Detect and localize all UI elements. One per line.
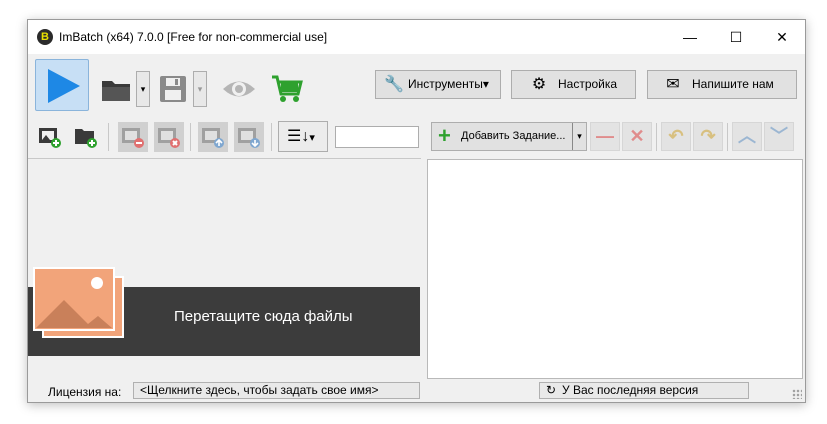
status-bar: Лицензия на: <Щелкните здесь, чтобы зада… (28, 379, 805, 402)
remove-image-icon (122, 128, 144, 148)
move-up-button[interactable] (198, 122, 228, 152)
gear-icon: ⚙ (531, 76, 547, 93)
run-button[interactable] (35, 59, 89, 111)
toolbar-separator (271, 123, 272, 151)
toolbar-separator (108, 123, 109, 151)
drop-files-text: Перетащите сюда файлы (174, 308, 353, 325)
file-list-panel[interactable]: Перетащите сюда файлы (28, 158, 421, 378)
sort-icon: ☰ (287, 128, 302, 145)
redo-icon: ↷ (700, 126, 716, 146)
image-up-icon (202, 128, 224, 148)
open-project-button[interactable]: ▾ (98, 71, 150, 107)
main-toolbar: ▾ ▾ 🔧 Инструменты▾ ⚙ Настройка ✉ Напишит… (28, 54, 805, 115)
settings-button[interactable]: ⚙ Настройка (511, 70, 636, 99)
eye-icon (223, 81, 255, 97)
shopping-cart-icon (272, 75, 303, 102)
toolbar-separator (656, 123, 657, 151)
remove-selected-button[interactable] (118, 122, 148, 152)
add-images-button[interactable] (35, 122, 65, 152)
minus-icon: — (596, 126, 614, 146)
task-down-button[interactable]: ﹀ (764, 122, 794, 151)
maximize-button[interactable]: ☐ (713, 20, 759, 54)
play-icon (48, 69, 80, 103)
task-up-button[interactable]: ︿ (732, 122, 762, 151)
close-button[interactable]: ✕ (759, 20, 805, 54)
add-task-label: Добавить Задание... (461, 130, 566, 142)
app-window: ImBatch (x64) 7.0.0 [Free for non-commer… (27, 19, 806, 403)
wrench-screwdriver-icon: 🔧 (384, 76, 404, 93)
chevron-up-icon: ︿ (738, 126, 756, 146)
preview-button[interactable] (220, 71, 258, 107)
tools-label: Инструменты (408, 77, 483, 91)
undo-button[interactable]: ↶ (661, 122, 691, 151)
minimize-button[interactable]: — (667, 20, 713, 54)
open-dropdown-arrow[interactable]: ▾ (136, 71, 150, 107)
window-title: ImBatch (x64) 7.0.0 [Free for non-commer… (59, 30, 328, 44)
clear-tasks-button[interactable]: ✕ (622, 122, 652, 151)
add-folder-icon (75, 129, 97, 148)
buy-button[interactable] (268, 71, 306, 107)
image-down-icon (238, 128, 260, 148)
secondary-toolbar: ☰↓▾ + Добавить Задание... ▾ — ✕ ↶ ↷ ︿ ﹀ (28, 117, 805, 157)
refresh-icon: ↻ (546, 383, 557, 397)
toolbar-separator (727, 123, 728, 151)
license-name-field[interactable]: <Щелкните здесь, чтобы задать свое имя> (133, 382, 420, 399)
add-task-button[interactable]: + Добавить Задание... ▾ (431, 122, 587, 151)
move-down-button[interactable] (234, 122, 264, 152)
add-folder-button[interactable] (71, 122, 101, 152)
sort-dropdown-arrow: ▾ (309, 132, 315, 144)
chevron-down-icon: ﹀ (770, 126, 788, 146)
toolbar-separator (190, 123, 191, 151)
folder-icon (102, 81, 130, 101)
license-label: Лицензия на: (48, 385, 122, 399)
tools-menu-button[interactable]: 🔧 Инструменты▾ (375, 70, 501, 99)
write-label: Напишите нам (692, 77, 774, 91)
filter-input[interactable] (335, 126, 419, 148)
version-status[interactable]: ↻ У Вас последняя версия (539, 382, 749, 399)
title-bar: ImBatch (x64) 7.0.0 [Free for non-commer… (28, 20, 805, 54)
save-project-button[interactable]: ▾ (155, 71, 207, 107)
clear-list-button[interactable] (154, 122, 184, 152)
add-image-icon (39, 128, 61, 148)
task-list-panel[interactable] (427, 159, 803, 379)
plus-icon: + (438, 123, 451, 148)
x-icon: ✕ (629, 126, 645, 146)
tools-dropdown-arrow: ▾ (482, 77, 489, 91)
contact-us-button[interactable]: ✉ Напишите нам (647, 70, 797, 99)
floppy-disk-icon (160, 76, 186, 102)
remove-task-button[interactable]: — (590, 122, 620, 151)
envelope-icon: ✉ (666, 76, 680, 93)
resize-grip[interactable] (792, 389, 802, 399)
undo-icon: ↶ (668, 126, 684, 146)
version-text: У Вас последняя версия (562, 383, 699, 397)
redo-button[interactable]: ↷ (693, 122, 723, 151)
app-logo-icon (37, 29, 53, 45)
save-dropdown-arrow[interactable]: ▾ (193, 71, 207, 107)
sort-button[interactable]: ☰↓▾ (278, 121, 328, 152)
picture-icon (33, 267, 124, 338)
clear-images-icon (158, 128, 180, 148)
settings-label: Настройка (558, 77, 618, 91)
add-task-dropdown-arrow[interactable]: ▾ (572, 123, 586, 150)
